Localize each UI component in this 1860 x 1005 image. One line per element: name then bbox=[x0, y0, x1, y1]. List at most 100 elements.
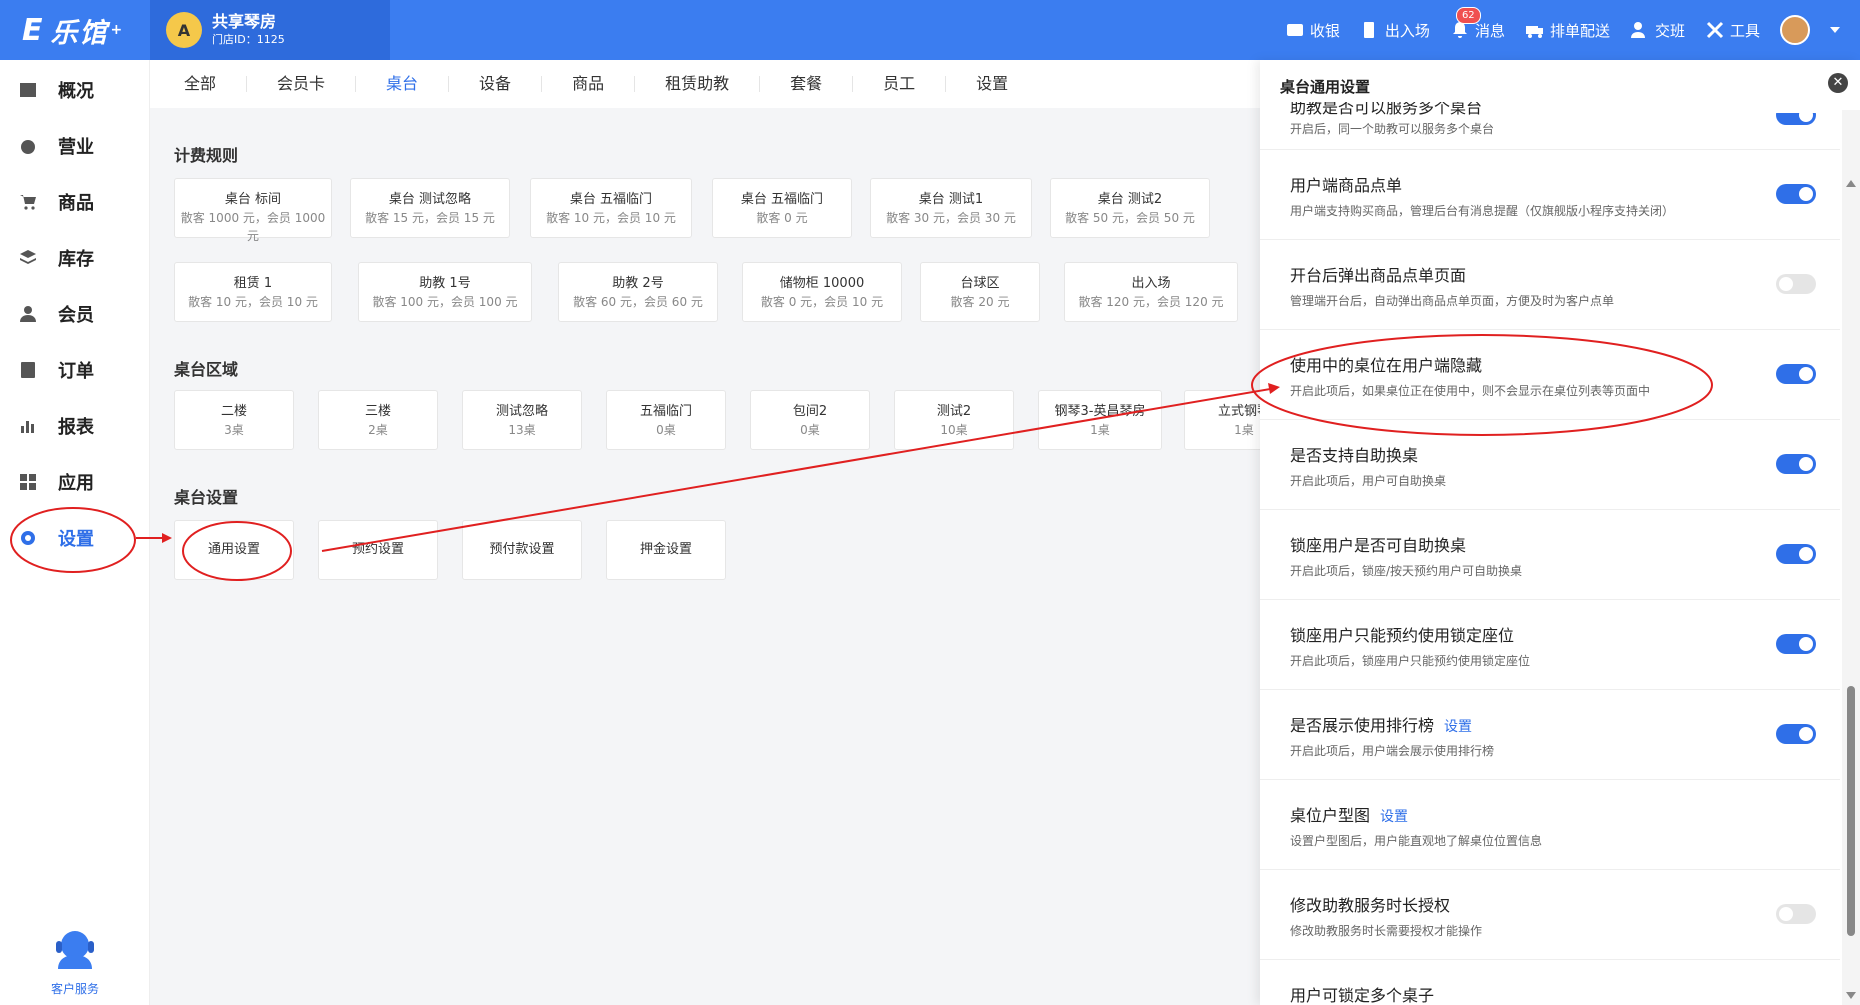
setting-row: 修改助教服务时长授权 修改助教服务时长需要授权才能操作 bbox=[1260, 870, 1840, 960]
tab-device[interactable]: 设备 bbox=[449, 76, 543, 92]
setting-title: 用户可锁定多个桌子 bbox=[1290, 986, 1435, 1005]
billing-card[interactable]: 桌台 五福临门散客 10 元，会员 10 元 bbox=[530, 178, 692, 238]
card-title: 储物柜 10000 bbox=[779, 276, 865, 291]
tab-all[interactable]: 全部 bbox=[180, 76, 248, 92]
deposit-settings-card[interactable]: 押金设置 bbox=[606, 520, 726, 580]
user-avatar[interactable] bbox=[1780, 15, 1810, 45]
toggle-switch[interactable] bbox=[1776, 113, 1816, 125]
tab-staff[interactable]: 员工 bbox=[853, 76, 947, 92]
billing-card[interactable]: 桌台 五福临门 散客 0 元 bbox=[712, 178, 852, 238]
billing-card[interactable]: 助教 1号 散客 100 元，会员 100 元 bbox=[358, 262, 532, 322]
card-title: 三楼 bbox=[364, 404, 391, 419]
area-card[interactable]: 包间2 0桌 bbox=[750, 390, 870, 450]
sidebar-item-label: 报表 bbox=[58, 417, 94, 438]
area-card[interactable]: 测试忽略 13桌 bbox=[462, 390, 582, 450]
toggle-switch[interactable] bbox=[1776, 904, 1816, 924]
tab-member-card[interactable]: 会员卡 bbox=[247, 76, 357, 92]
setting-row: 是否展示使用排行榜 设置 开启此项后，用户端会展示使用排行榜 bbox=[1260, 690, 1840, 780]
toggle-switch[interactable] bbox=[1776, 634, 1816, 654]
area-card[interactable]: 五福临门 0桌 bbox=[606, 390, 726, 450]
topnav-label: 交班 bbox=[1654, 21, 1685, 40]
area-card[interactable]: 测试2 10桌 bbox=[894, 390, 1014, 450]
toggle-switch[interactable] bbox=[1776, 184, 1816, 204]
area-card[interactable]: 钢琴3-英昌琴房 1桌 bbox=[1038, 390, 1162, 450]
sidebar-item-member[interactable]: 会员 bbox=[0, 286, 149, 342]
sidebar-item-business[interactable]: 营业 bbox=[0, 118, 149, 174]
card-title: 出入场 bbox=[1131, 276, 1171, 291]
toggle-switch[interactable] bbox=[1776, 364, 1816, 384]
tab-goods[interactable]: 商品 bbox=[542, 76, 636, 92]
tab-settings[interactable]: 设置 bbox=[946, 76, 1038, 92]
scroll-up-icon[interactable] bbox=[1846, 180, 1856, 187]
setting-desc: 开启此项后，锁座用户只能预约使用锁定座位 bbox=[1290, 654, 1531, 668]
billing-card[interactable]: 桌台 标间 散客 1000 元，会员 1000 元 bbox=[174, 178, 332, 243]
billing-card[interactable]: 储物柜 10000 散客 0 元，会员 10 元 bbox=[742, 262, 902, 322]
floorplan-settings-link[interactable]: 设置 bbox=[1380, 809, 1408, 825]
billing-card[interactable]: 出入场 散客 120 元，会员 120 元 bbox=[1064, 262, 1238, 322]
card-sub: 10桌 bbox=[940, 423, 968, 437]
topnav-entry[interactable]: 出入场 bbox=[1360, 20, 1430, 41]
billing-card[interactable]: 租赁 1 散客 10 元，会员 10 元 bbox=[174, 262, 332, 322]
panel-scrollbar[interactable] bbox=[1842, 110, 1860, 1005]
customer-service[interactable]: 客户服务 bbox=[0, 925, 150, 997]
billing-card[interactable]: 桌台 测试忽略 散客 15 元，会员 15 元 bbox=[350, 178, 510, 238]
gear-icon bbox=[21, 531, 35, 545]
logo-text: 乐馆 bbox=[50, 17, 109, 49]
area-card[interactable]: 二楼 3桌 bbox=[174, 390, 294, 450]
card-sub: 散客 10 元，会员 10 元 bbox=[546, 211, 676, 225]
booking-settings-card[interactable]: 预约设置 bbox=[318, 520, 438, 580]
setting-row: 开台后弹出商品点单页面 管理端开台后，自动弹出商品点单页面，方便及时为客户点单 bbox=[1260, 240, 1840, 330]
tab-package[interactable]: 套餐 bbox=[760, 76, 854, 92]
card-title: 租赁 1 bbox=[233, 276, 273, 291]
card-sub: 散客 10 元，会员 10 元 bbox=[188, 295, 318, 309]
tab-rental[interactable]: 租赁助教 bbox=[635, 76, 761, 92]
setting-title: 使用中的桌位在用户端隐藏 bbox=[1290, 356, 1483, 375]
sidebar-item-order[interactable]: 订单 bbox=[0, 342, 149, 398]
area-card[interactable]: 三楼 2桌 bbox=[318, 390, 438, 450]
entry-icon bbox=[1363, 22, 1374, 38]
sidebar-item-stock[interactable]: 库存 bbox=[0, 230, 149, 286]
scrollbar-thumb[interactable] bbox=[1847, 686, 1855, 936]
topnav-shift[interactable]: 交班 bbox=[1630, 20, 1685, 41]
chevron-down-icon[interactable] bbox=[1830, 27, 1840, 33]
billing-card[interactable]: 桌台 测试2 散客 50 元，会员 50 元 bbox=[1050, 178, 1210, 238]
setting-title: 开台后弹出商品点单页面 bbox=[1290, 266, 1467, 285]
scroll-down-icon[interactable] bbox=[1846, 992, 1856, 999]
ranking-settings-link[interactable]: 设置 bbox=[1444, 719, 1472, 735]
delivery-icon bbox=[1525, 26, 1543, 38]
topnav-delivery[interactable]: 排单配送 bbox=[1525, 20, 1610, 41]
toggle-switch[interactable] bbox=[1776, 724, 1816, 744]
toggle-switch[interactable] bbox=[1776, 454, 1816, 474]
billing-card[interactable]: 台球区 散客 20 元 bbox=[920, 262, 1040, 322]
sidebar-item-settings[interactable]: 设置 bbox=[0, 510, 149, 566]
setting-desc: 修改助教服务时长需要授权才能操作 bbox=[1290, 924, 1483, 938]
topnav-messages[interactable]: 62 消息 bbox=[1450, 6, 1505, 41]
prepay-settings-card[interactable]: 预付款设置 bbox=[462, 520, 582, 580]
section-billing-title: 计费规则 bbox=[174, 146, 239, 165]
topnav-tools[interactable]: 工具 bbox=[1705, 20, 1760, 41]
sidebar-item-overview[interactable]: 概况 bbox=[0, 62, 149, 118]
card-title: 桌台 五福临门 bbox=[569, 192, 653, 207]
setting-title: 用户端商品点单 bbox=[1290, 176, 1403, 195]
card-title: 测试忽略 bbox=[495, 404, 548, 419]
billing-card[interactable]: 桌台 测试1 散客 30 元，会员 30 元 bbox=[870, 178, 1032, 238]
app-logo[interactable]: E 乐馆 + bbox=[0, 0, 150, 60]
setting-desc: 开启后，同一个助教可以服务多个桌台 bbox=[1290, 122, 1495, 136]
store-switcher[interactable]: A 共享琴房 门店ID：1125 bbox=[150, 0, 390, 60]
billing-card[interactable]: 助教 2号 散客 60 元，会员 60 元 bbox=[558, 262, 718, 322]
sidebar-item-report[interactable]: 报表 bbox=[0, 398, 149, 454]
tab-table[interactable]: 桌台 bbox=[356, 76, 450, 92]
topnav-label: 收银 bbox=[1309, 21, 1340, 40]
logo-star: + bbox=[110, 22, 125, 38]
general-settings-card[interactable]: 通用设置 bbox=[174, 520, 294, 580]
card-title: 助教 2号 bbox=[612, 276, 664, 291]
card-title: 押金设置 bbox=[639, 542, 692, 557]
toggle-switch[interactable] bbox=[1776, 274, 1816, 294]
toggle-switch[interactable] bbox=[1776, 544, 1816, 564]
sidebar-item-goods[interactable]: 商品 bbox=[0, 174, 149, 230]
card-sub: 0桌 bbox=[656, 423, 676, 437]
cart-icon bbox=[20, 195, 36, 210]
sidebar-item-apps[interactable]: 应用 bbox=[0, 454, 149, 510]
topnav-cashier[interactable]: 收银 bbox=[1285, 20, 1340, 41]
card-sub: 散客 50 元，会员 50 元 bbox=[1065, 211, 1195, 225]
